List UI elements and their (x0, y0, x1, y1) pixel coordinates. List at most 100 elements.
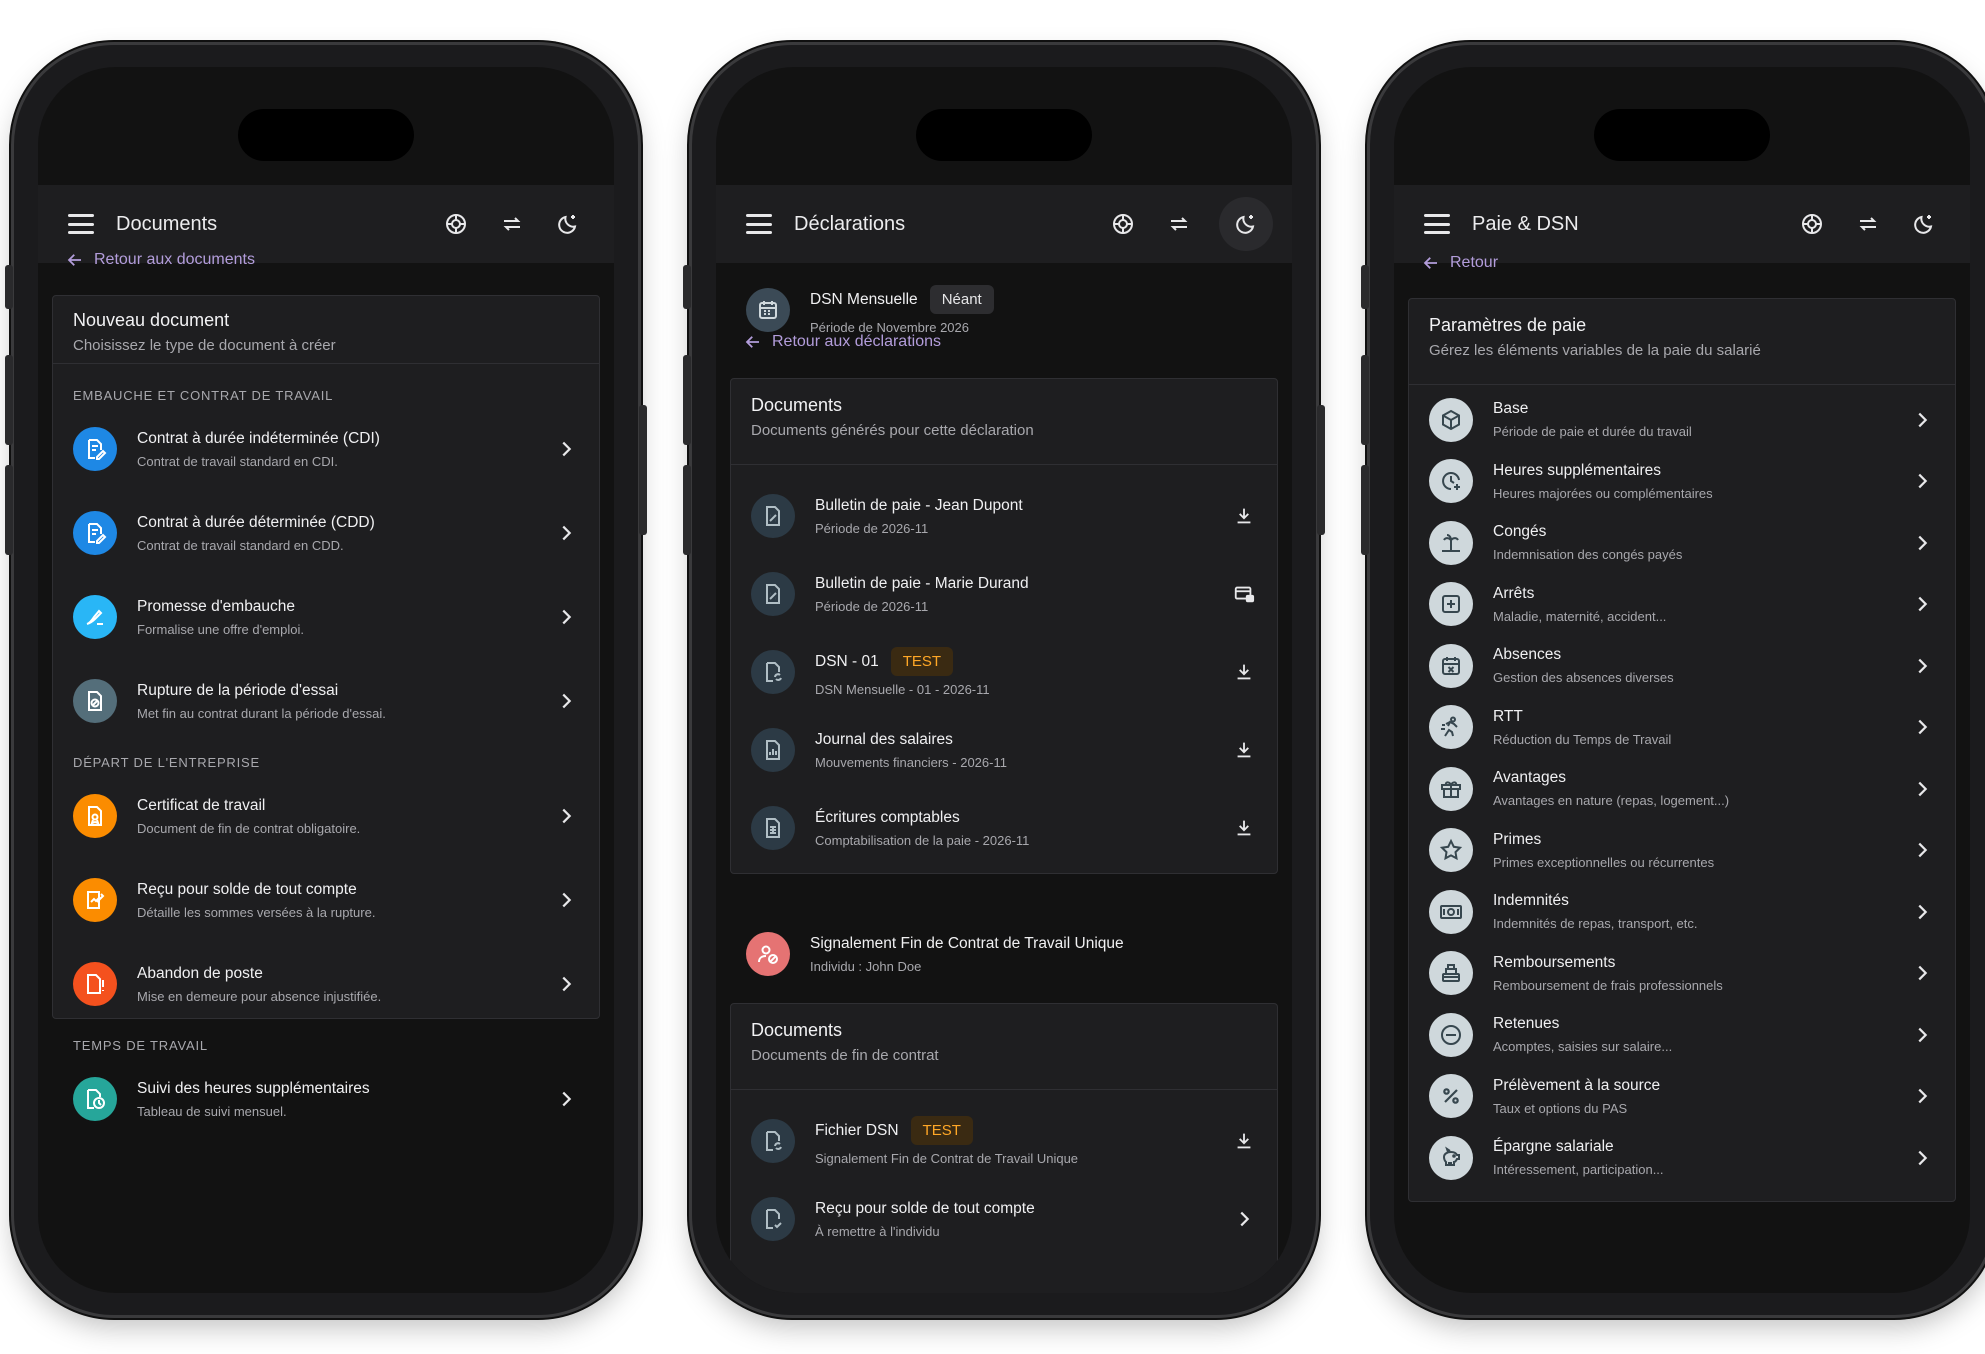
item-title: Base (1493, 400, 1529, 418)
list-item[interactable]: Certificat de travail Document de fin de … (53, 774, 599, 858)
card-subtitle: Choisissez le type de document à créer (73, 337, 336, 354)
menu-icon[interactable] (1424, 214, 1450, 234)
theme-toggle-icon[interactable] (552, 208, 584, 240)
signal-header: Signalement Fin de Contrat de Travail Un… (726, 917, 1282, 991)
list-item[interactable]: Rupture de la période d'essai Met fin au … (53, 659, 599, 743)
item-title: Fichier DSN (815, 1121, 899, 1139)
list-item[interactable]: RTT Réduction du Temps de Travail (1409, 697, 1955, 759)
app-bar-title: Documents (116, 212, 218, 235)
card-title: Paramètres de paie (1429, 315, 1587, 335)
theme-toggle-icon[interactable] (1908, 208, 1940, 240)
list-item[interactable]: Suivi des heures supplémentaires Tableau … (53, 1057, 599, 1141)
app-bar-title: Paie & DSN (1472, 212, 1579, 235)
item-subtitle: Comptabilisation de la paie - 2026-11 (815, 832, 1030, 848)
list-item[interactable]: Bulletin de paie - Marie Durand Période d… (731, 555, 1277, 633)
item-title: Absences (1493, 646, 1562, 664)
file-check-icon (751, 1197, 795, 1241)
item-title: DSN - 01 (815, 652, 879, 670)
payment-card-icon[interactable] (1231, 581, 1257, 607)
file-table-icon (751, 806, 795, 850)
section-label: EMBAUCHE ET CONTRAT DE TRAVAIL (73, 388, 334, 403)
card-subtitle: Documents générés pour cette déclaration (751, 422, 1034, 439)
item-subtitle: Tableau de suivi mensuel. (137, 1103, 287, 1119)
list-item[interactable]: DSN - 01 TEST DSN Mensuelle - 01 - 2026-11 (731, 633, 1277, 711)
medical-cross-icon (1429, 582, 1473, 627)
item-title: Heures supplémentaires (1493, 461, 1662, 479)
list-item[interactable]: Abandon de poste Mise en demeure pour abs… (53, 942, 599, 1026)
card-subtitle: Gérez les éléments variables de la paie … (1429, 342, 1761, 359)
file-sync-icon (751, 650, 795, 694)
list-item[interactable]: Prélèvement à la source Taux et options d… (1409, 1066, 1955, 1128)
chevron-right-icon[interactable] (1231, 1206, 1257, 1232)
list-item[interactable]: Fichier DSN TEST Signalement Fin de Contra… (731, 1102, 1277, 1180)
star-icon (1429, 828, 1473, 873)
section-label: TEMPS DE TRAVAIL (73, 1038, 208, 1053)
chevron-right-icon (553, 520, 579, 546)
download-icon[interactable] (1231, 737, 1257, 763)
help-buoy-icon[interactable] (1796, 208, 1828, 240)
list-item[interactable]: Reçu pour solde de tout compte Détaille l… (53, 858, 599, 942)
back-link[interactable]: Retour aux déclarations (744, 333, 941, 351)
receipt-icon (73, 878, 117, 922)
file-sync-icon (751, 1119, 795, 1163)
download-icon[interactable] (1231, 1128, 1257, 1154)
list-item[interactable]: Arrêts Maladie, maternité, accident... (1409, 574, 1955, 636)
arrow-left-icon (67, 254, 81, 266)
chevron-right-icon (1909, 1145, 1935, 1171)
beach-icon (1429, 520, 1473, 565)
list-item[interactable]: Base Période de paie et durée du travail (1409, 389, 1955, 451)
list-item[interactable]: Avantages Avantages en nature (repas, log… (1409, 758, 1955, 820)
item-subtitle: Gestion des absences diverses (1493, 670, 1674, 686)
list-item[interactable]: Heures supplémentaires Heures majorées ou… (1409, 451, 1955, 513)
list-item[interactable]: Promesse d'embauche Formalise une offre d… (53, 575, 599, 659)
list-item[interactable]: Écritures comptables Comptabilisation de … (731, 789, 1277, 867)
item-title: Avantages (1493, 769, 1566, 787)
swap-arrows-icon[interactable] (496, 208, 528, 240)
signal-title: Signalement Fin de Contrat de Travail Un… (810, 934, 1124, 952)
list-item[interactable]: Contrat à durée déterminée (CDD) Contrat … (53, 491, 599, 575)
item-title: Reçu pour solde de tout compte (815, 1199, 1035, 1217)
end-contract-documents-card: Documents Documents de fin de contrat Fi… (730, 1003, 1278, 1293)
list-item[interactable]: Absences Gestion des absences diverses (1409, 635, 1955, 697)
person-remove-icon (746, 932, 790, 976)
list-item[interactable]: Congés Indemnisation des congés payés (1409, 512, 1955, 574)
swap-arrows-icon[interactable] (1852, 208, 1884, 240)
chevron-right-icon (1909, 468, 1935, 494)
list-item[interactable]: Contrat à durée indéterminée (CDI) Contra… (53, 407, 599, 491)
download-icon[interactable] (1231, 815, 1257, 841)
menu-icon[interactable] (68, 214, 94, 234)
item-subtitle: Contrat de travail standard en CDD. (137, 537, 344, 553)
test-badge: TEST (910, 1116, 973, 1145)
list-item[interactable]: Bulletin de paie - Jean Dupont Période de… (731, 477, 1277, 555)
help-buoy-icon[interactable] (1107, 208, 1139, 240)
list-item[interactable]: Indemnités Indemnités de repas, transport… (1409, 881, 1955, 943)
download-icon[interactable] (1231, 503, 1257, 529)
item-subtitle: Détaille les sommes versées à la rupture… (137, 904, 376, 920)
item-subtitle: Avantages en nature (repas, logement...) (1493, 793, 1730, 809)
download-icon[interactable] (1231, 659, 1257, 685)
list-item[interactable]: Journal des salaires Mouvements financier… (731, 711, 1277, 789)
card-title: Documents (751, 1020, 843, 1040)
swap-arrows-icon[interactable] (1163, 208, 1195, 240)
item-title: Abandon de poste (137, 964, 263, 982)
certificate-icon (73, 794, 117, 838)
menu-icon[interactable] (746, 214, 772, 234)
item-subtitle: Acomptes, saisies sur salaire... (1493, 1039, 1673, 1055)
app-bar: Déclarations (716, 185, 1292, 263)
chevron-right-icon (1909, 714, 1935, 740)
list-item[interactable]: Épargne salariale Intéressement, particip… (1409, 1127, 1955, 1189)
chevron-right-icon (553, 1086, 579, 1112)
documents-card: Documents Documents générés pour cette d… (730, 378, 1278, 874)
item-subtitle: Heures majorées ou complémentaires (1493, 485, 1713, 501)
back-link[interactable]: Retour aux documents (66, 251, 255, 269)
chevron-right-icon (553, 604, 579, 630)
list-item[interactable]: Remboursements Remboursement de frais pro… (1409, 943, 1955, 1005)
help-buoy-icon[interactable] (440, 208, 472, 240)
list-item[interactable]: Retenues Acomptes, saisies sur salaire... (1409, 1004, 1955, 1066)
test-badge: TEST (890, 647, 954, 676)
back-link[interactable]: Retour (1422, 254, 1498, 272)
list-item[interactable]: Primes Primes exceptionnelles ou récurren… (1409, 820, 1955, 882)
cube-icon (1429, 397, 1473, 442)
theme-toggle-icon[interactable] (1219, 197, 1273, 251)
list-item[interactable]: Reçu pour solde de tout compte À remettre… (731, 1180, 1277, 1258)
